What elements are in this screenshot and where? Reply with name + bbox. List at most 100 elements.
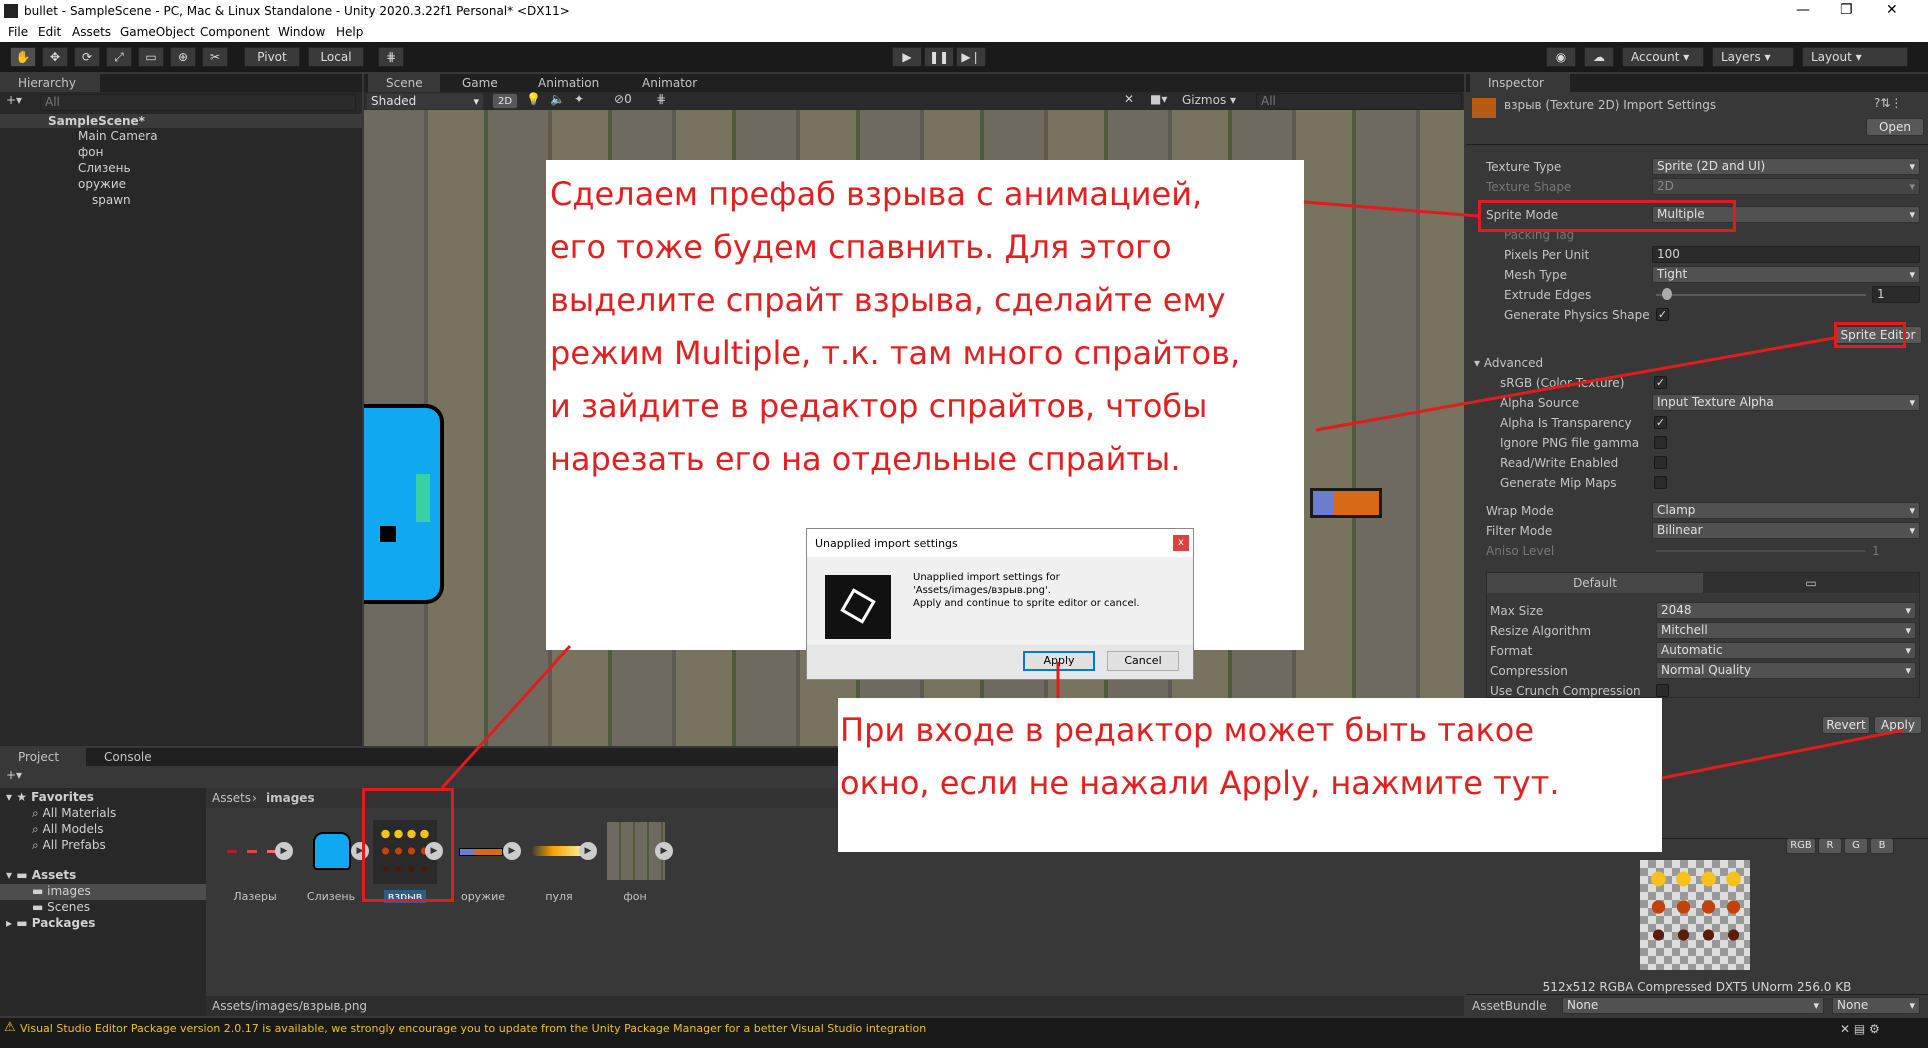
channel-b[interactable]: B: [1870, 838, 1894, 854]
pause-button[interactable]: ❚❚: [924, 47, 954, 67]
tab-hierarchy[interactable]: Hierarchy: [0, 74, 100, 92]
read-write-checkbox[interactable]: [1654, 456, 1667, 469]
2d-toggle[interactable]: 2D: [492, 93, 518, 109]
alpha-source-dropdown[interactable]: Input Texture Alpha: [1652, 394, 1920, 411]
hierarchy-item[interactable]: Main Camera: [78, 129, 158, 143]
local-toggle[interactable]: Local: [308, 47, 364, 67]
favorites-foldout[interactable]: ▾ ★ Favorites: [6, 790, 94, 804]
close-button[interactable]: ✕: [1886, 2, 1898, 18]
play-icon[interactable]: ▶: [275, 842, 293, 860]
scene-name[interactable]: SampleScene*: [48, 114, 145, 128]
pivot-toggle[interactable]: Pivot: [244, 47, 300, 67]
assets-foldout[interactable]: ▾ ▬ Assets: [6, 868, 76, 882]
mip-maps-checkbox[interactable]: [1654, 476, 1667, 489]
open-button[interactable]: Open: [1866, 118, 1924, 136]
asset-item[interactable]: ▶ оружие: [448, 820, 521, 903]
scene-search[interactable]: All: [1256, 93, 1462, 110]
resize-algorithm-dropdown[interactable]: Mitchell: [1656, 622, 1916, 639]
crunch-checkbox[interactable]: [1656, 684, 1669, 697]
tab-animation[interactable]: Animation: [520, 74, 620, 92]
menu-assets[interactable]: Assets: [72, 25, 111, 39]
gizmos-dropdown[interactable]: Gizmos ▾: [1182, 93, 1236, 107]
standalone-platform-icon[interactable]: ▭: [1703, 573, 1919, 593]
grid-snap-icon[interactable]: ⋕: [378, 47, 404, 67]
help-icon[interactable]: ?⇅⋮: [1874, 96, 1902, 110]
tab-default-platform[interactable]: Default: [1487, 573, 1703, 593]
audio-icon[interactable]: 🔈: [550, 92, 565, 106]
asset-item[interactable]: ▶ фон: [600, 820, 673, 903]
asset-item[interactable]: ▶ Слизень: [296, 820, 369, 903]
favorite-item[interactable]: ⌕ All Models: [32, 822, 104, 837]
play-button[interactable]: ▶: [892, 47, 922, 67]
cloud-icon[interactable]: ☁: [1584, 47, 1614, 67]
folder-images[interactable]: ▬ images: [32, 884, 91, 898]
tab-inspector[interactable]: Inspector: [1470, 74, 1570, 92]
weapon-sprite[interactable]: [1310, 488, 1382, 518]
texture-type-dropdown[interactable]: Sprite (2D and UI): [1652, 158, 1920, 175]
alpha-transparency-checkbox[interactable]: ✓: [1654, 416, 1667, 429]
custom-tool-icon[interactable]: ✂: [202, 47, 228, 67]
transform-tool-icon[interactable]: ⊕: [170, 47, 196, 67]
folder-scenes[interactable]: ▬ Scenes: [32, 900, 90, 914]
physics-shape-checkbox[interactable]: ✓: [1656, 308, 1669, 321]
tab-game[interactable]: Game: [444, 74, 516, 92]
hierarchy-item[interactable]: spawn: [92, 193, 131, 207]
project-add-icon[interactable]: +▾: [6, 768, 22, 782]
slime-sprite[interactable]: [364, 404, 444, 604]
asset-item[interactable]: ▶ пуля: [524, 820, 597, 903]
maximize-button[interactable]: ❐: [1840, 2, 1853, 18]
tab-animator[interactable]: Animator: [624, 74, 714, 92]
srgb-checkbox[interactable]: ✓: [1654, 376, 1667, 389]
apply-button[interactable]: Apply: [1874, 716, 1922, 734]
channel-g[interactable]: G: [1844, 838, 1868, 854]
channel-r[interactable]: R: [1818, 838, 1842, 854]
assetbundle-dropdown[interactable]: None: [1562, 997, 1824, 1014]
move-tool-icon[interactable]: ✥: [42, 47, 68, 67]
packages-foldout[interactable]: ▸ ▬ Packages: [6, 916, 95, 930]
menu-gameobject[interactable]: GameObject: [120, 25, 195, 39]
format-dropdown[interactable]: Automatic: [1656, 642, 1916, 659]
rotate-tool-icon[interactable]: ⟳: [74, 47, 100, 67]
tab-project[interactable]: Project: [0, 748, 86, 766]
asset-item[interactable]: ▶ Лазеры: [220, 820, 293, 903]
status-message[interactable]: Visual Studio Editor Package version 2.0…: [20, 1022, 926, 1035]
pixels-per-unit-field[interactable]: 100: [1652, 246, 1920, 263]
dialog-cancel-button[interactable]: Cancel: [1107, 651, 1179, 671]
minimize-button[interactable]: —: [1796, 2, 1810, 18]
tab-scene[interactable]: Scene: [368, 74, 440, 92]
hand-tool-icon[interactable]: ✋: [10, 47, 36, 67]
rect-tool-icon[interactable]: ▭: [138, 47, 164, 67]
play-icon[interactable]: ▶: [579, 842, 597, 860]
compression-dropdown[interactable]: Normal Quality: [1656, 662, 1916, 679]
favorite-item[interactable]: ⌕ All Materials: [32, 806, 116, 821]
breadcrumb-images[interactable]: images: [266, 791, 315, 805]
hidden-icon[interactable]: ⊘0: [614, 92, 632, 106]
layout-dropdown[interactable]: Layout ▾: [1802, 47, 1908, 67]
ignore-gamma-checkbox[interactable]: [1654, 436, 1667, 449]
advanced-foldout[interactable]: ▾ Advanced: [1474, 356, 1543, 370]
mesh-type-dropdown[interactable]: Tight: [1652, 266, 1920, 283]
filter-mode-dropdown[interactable]: Bilinear: [1652, 522, 1920, 539]
play-icon[interactable]: ▶: [503, 842, 521, 860]
menu-component[interactable]: Component: [200, 25, 270, 39]
dialog-apply-button[interactable]: Apply: [1023, 651, 1095, 671]
dialog-close-button[interactable]: x: [1173, 535, 1189, 551]
step-button[interactable]: ▶❘: [956, 47, 986, 67]
collab-icon[interactable]: ◉: [1546, 47, 1576, 67]
tab-console[interactable]: Console: [86, 748, 172, 766]
breadcrumb-assets[interactable]: Assets: [212, 791, 251, 805]
menu-help[interactable]: Help: [336, 25, 363, 39]
hierarchy-search[interactable]: All: [40, 94, 356, 111]
shading-dropdown[interactable]: Shaded: [366, 93, 484, 110]
lighting-icon[interactable]: 💡: [526, 92, 541, 106]
tools-icon[interactable]: ✕: [1124, 92, 1134, 106]
scale-tool-icon[interactable]: ⤢: [106, 47, 132, 67]
grid-icon[interactable]: ⋕: [656, 92, 666, 106]
camera-icon[interactable]: ■▾: [1150, 92, 1167, 106]
wrap-mode-dropdown[interactable]: Clamp: [1652, 502, 1920, 519]
assetbundle-variant-dropdown[interactable]: None: [1832, 997, 1920, 1014]
menu-edit[interactable]: Edit: [38, 25, 61, 39]
extrude-slider-handle[interactable]: [1662, 288, 1672, 300]
revert-button[interactable]: Revert: [1822, 716, 1870, 734]
layers-dropdown[interactable]: Layers ▾: [1712, 47, 1794, 67]
